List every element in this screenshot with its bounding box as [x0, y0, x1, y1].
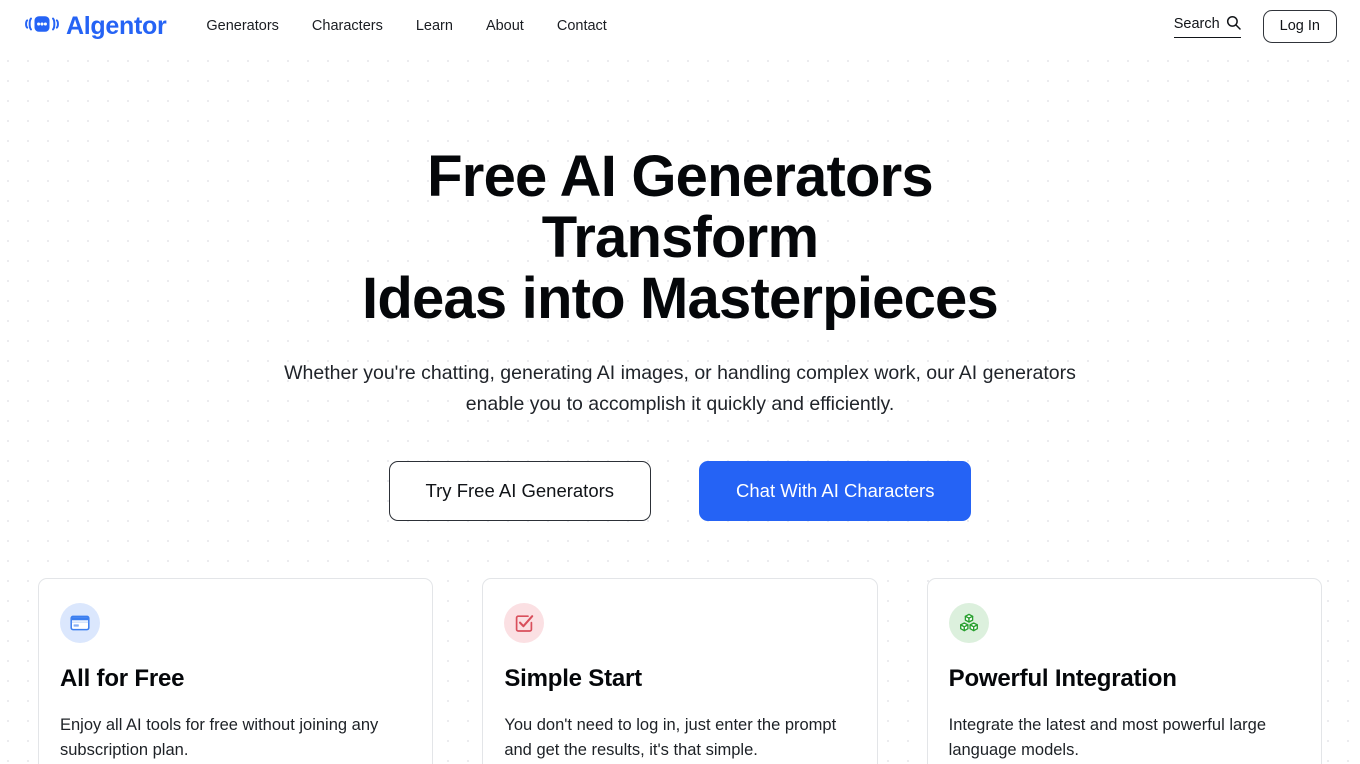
hero-cta-group: Try Free AI Generators Chat With AI Char… [0, 461, 1360, 522]
search-label: Search [1173, 15, 1220, 32]
main-navigation: Generators Characters Learn About Contac… [206, 19, 606, 34]
feature-card-text: You don't need to log in, just enter the… [504, 716, 837, 760]
hero-title-line-1: Free AI Generators Transform [427, 144, 933, 270]
search-button[interactable]: Search [1173, 15, 1241, 38]
credit-card-icon [60, 603, 100, 644]
main-content: Free AI Generators Transform Ideas into … [0, 53, 1360, 764]
chat-with-ai-characters-button[interactable]: Chat With AI Characters [699, 461, 972, 522]
cubes-icon [948, 603, 989, 644]
feature-card-title: Powerful Integration [948, 665, 1177, 693]
nav-item-generators[interactable]: Generators [206, 19, 279, 34]
login-button[interactable]: Log In [1262, 9, 1337, 44]
page-title: Free AI Generators Transform Ideas into … [300, 146, 1060, 329]
feature-card-text: Enjoy all AI tools for free without join… [60, 716, 379, 760]
check-box-icon [504, 603, 545, 644]
feature-cards: All for Free Enjoy all AI tools for free… [38, 578, 1322, 764]
hero-subtitle: Whether you're chatting, generating AI i… [284, 362, 1076, 415]
feature-card-text: Integrate the latest and most powerful l… [948, 716, 1267, 760]
feature-card-all-for-free: All for Free Enjoy all AI tools for free… [38, 578, 434, 764]
hero-section: Free AI Generators Transform Ideas into … [0, 53, 1360, 522]
nav-item-characters[interactable]: Characters [312, 19, 383, 34]
brand-name: Algentor [66, 12, 167, 40]
nav-item-learn[interactable]: Learn [416, 19, 453, 34]
nav-item-about[interactable]: About [486, 19, 524, 34]
feature-card-powerful-integration: Powerful Integration Integrate the lates… [926, 578, 1322, 764]
search-icon [1226, 15, 1241, 34]
robot-head-icon [25, 13, 59, 40]
feature-card-simple-start: Simple Start You don't need to log in, j… [482, 578, 878, 764]
site-header: Algentor Generators Characters Learn Abo… [0, 0, 1360, 53]
feature-card-title: All for Free [60, 665, 185, 693]
hero-title-line-2: Ideas into Masterpieces [362, 266, 999, 331]
nav-item-contact[interactable]: Contact [557, 19, 607, 34]
feature-card-title: Simple Start [504, 665, 642, 693]
try-free-ai-generators-button[interactable]: Try Free AI Generators [388, 461, 652, 522]
header-actions: Search Log In [1173, 9, 1337, 44]
brand-logo[interactable]: Algentor [25, 12, 167, 41]
